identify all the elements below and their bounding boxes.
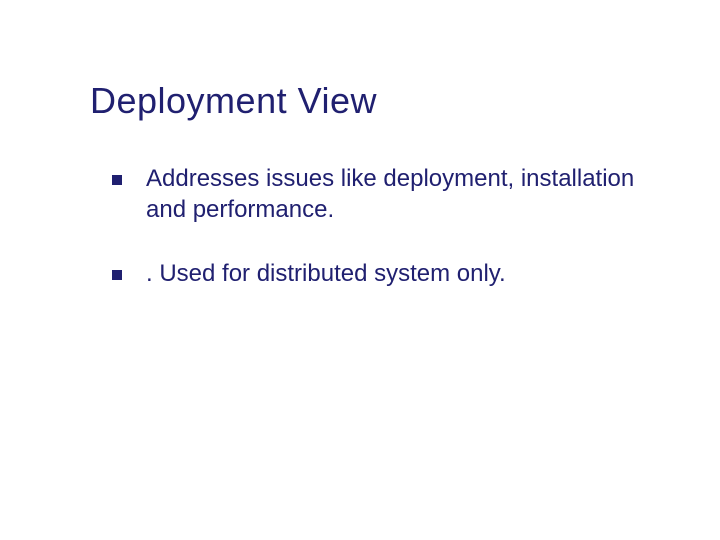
list-item: Addresses issues like deployment, instal… <box>112 164 660 225</box>
slide: Deployment View Addresses issues like de… <box>0 0 720 540</box>
bullet-list: Addresses issues like deployment, instal… <box>112 164 660 290</box>
list-item: . Used for distributed system only. <box>112 259 660 290</box>
slide-title: Deployment View <box>90 80 660 122</box>
